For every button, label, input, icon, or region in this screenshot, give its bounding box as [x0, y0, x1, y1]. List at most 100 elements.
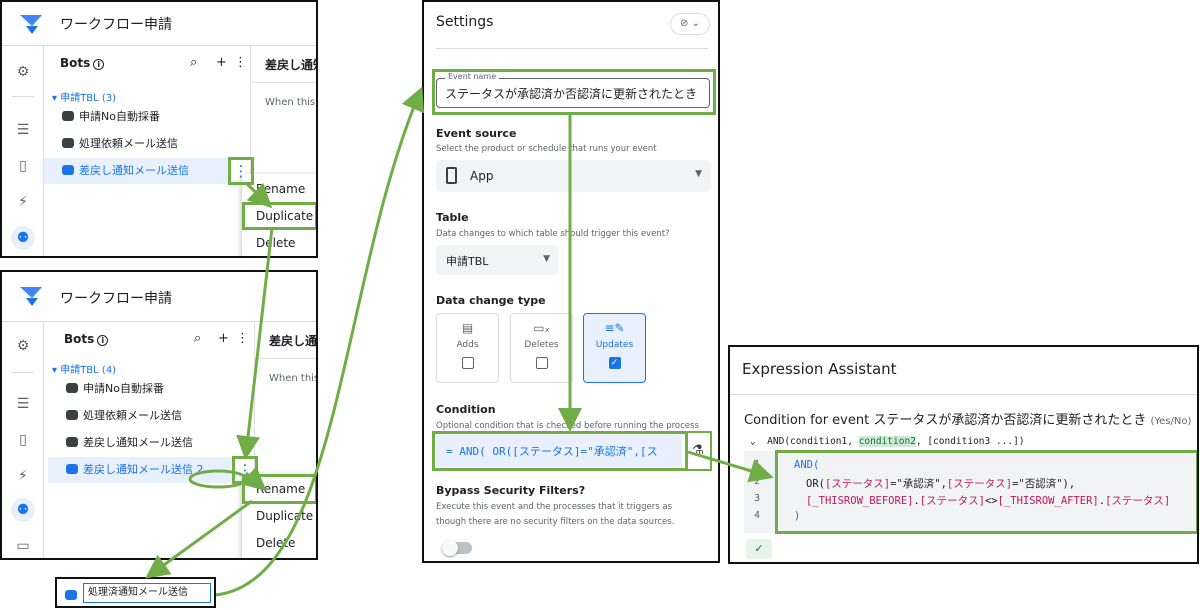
- bot-item[interactable]: 申請No自動採番: [48, 376, 232, 402]
- actions-icon[interactable]: ⚡: [11, 190, 35, 214]
- bot-header: 差戻し通知: [250, 46, 316, 82]
- search-icon[interactable]: ⌕: [194, 331, 201, 346]
- automation-icon[interactable]: ⚙: [11, 60, 35, 84]
- robot-icon: [62, 111, 74, 121]
- condition-value: = AND( OR([ステータス]="承認済",[ス: [446, 445, 658, 458]
- deletes-checkbox[interactable]: [535, 357, 548, 369]
- bypass-desc-1: Execute this event and the processes tha…: [436, 502, 673, 512]
- robot-icon: [62, 165, 74, 175]
- link-toggle[interactable]: ⊘ ⌄: [670, 13, 710, 35]
- rename-menu-item[interactable]: Rename: [242, 476, 316, 502]
- robot-icon: [65, 590, 77, 600]
- app-bar: ワークフロー申請: [2, 2, 316, 46]
- info-icon[interactable]: i: [97, 335, 109, 346]
- adds-checkbox[interactable]: [461, 357, 474, 369]
- code-line-4: ): [794, 510, 801, 522]
- views-icon[interactable]: ▯: [11, 428, 35, 452]
- event-source-select[interactable]: App ▼: [436, 160, 710, 192]
- rename-menu-item[interactable]: Rename: [242, 176, 316, 202]
- table-group[interactable]: ▾ 申請TBL (3): [52, 89, 116, 104]
- check-icon[interactable]: ✓: [746, 539, 772, 559]
- more-icon[interactable]: ⋮: [234, 55, 247, 70]
- table-select[interactable]: 申請TBL ▼: [436, 245, 558, 275]
- caret-down-icon: ▼: [695, 169, 702, 179]
- bots-toolbar: Bots i ⌕ + ⋮: [44, 322, 250, 358]
- link-off-icon: ⊘: [680, 18, 689, 29]
- bot-item[interactable]: 処理依頼メール送信: [48, 403, 232, 429]
- data-icon[interactable]: ☰: [11, 392, 35, 416]
- info-icon[interactable]: i: [93, 59, 105, 70]
- bypass-label: Bypass Security Filters?: [436, 484, 586, 497]
- bot-header: 差戻し通: [254, 322, 316, 358]
- event-name-value[interactable]: ステータスが承認済か否認済に更新されたとき: [445, 85, 697, 102]
- chat-icon[interactable]: ▭: [11, 534, 35, 558]
- event-name-label: Event name: [445, 72, 500, 81]
- bots-icon[interactable]: ⚉: [11, 226, 35, 250]
- expression-assistant: Expression Assistant Condition for event…: [728, 345, 1199, 564]
- add-icon[interactable]: +: [218, 331, 229, 346]
- event-source-label: Event source: [436, 127, 517, 140]
- code-editor[interactable]: 1 2 3 4 AND( OR([ステータス]="承認済",[ステータス]="否…: [744, 451, 1197, 533]
- updates-checkbox[interactable]: ✓: [608, 357, 621, 369]
- bots-toolbar: Bots i ⌕ + ⋮: [44, 46, 250, 82]
- code-line-1: AND(: [794, 459, 820, 471]
- app-title: ワークフロー申請: [60, 291, 172, 307]
- robot-icon: [66, 464, 78, 474]
- updates-icon: ≡✎: [604, 321, 625, 335]
- automation-icon[interactable]: ⚙: [11, 334, 35, 358]
- app-bar: ワークフロー申請: [2, 272, 316, 322]
- robot-icon: [62, 138, 74, 148]
- adds-option[interactable]: ▤ Adds: [436, 313, 499, 383]
- duplicate-menu-item[interactable]: Duplicate: [242, 203, 316, 229]
- bot-item-selected[interactable]: 差戻し通知メール送信: [44, 158, 228, 184]
- robot-icon: [66, 410, 78, 420]
- appsheet-logo-icon: [20, 15, 42, 34]
- deletes-icon: ▭ₓ: [533, 321, 550, 335]
- settings-panel: Settings ⊘ ⌄ Event name ステータスが承認済か否認済に更新…: [422, 0, 720, 563]
- duplicate-menu-item[interactable]: Duplicate: [242, 503, 316, 529]
- robot-icon: [66, 383, 78, 393]
- condition-input[interactable]: = AND( OR([ステータス]="承認済",[ス: [436, 435, 682, 467]
- nav-rail: ⚙ ☰ ▯ ⚡ ⚉ ▭: [2, 322, 44, 558]
- settings-title: Settings: [436, 14, 494, 30]
- bot-item[interactable]: 処理依頼メール送信: [44, 131, 228, 157]
- caret-down-icon: ▼: [543, 254, 550, 264]
- bypass-toggle[interactable]: [442, 540, 472, 556]
- event-name-field[interactable]: Event name ステータスが承認済か否認済に更新されたとき: [436, 72, 710, 108]
- bots-panel-before: ワークフロー申請 ⚙ ☰ ▯ ⚡ ⚉ Bots i ⌕ + ⋮ ▾ 申請TBL (…: [0, 0, 318, 258]
- table-value: 申請TBL: [446, 255, 489, 268]
- context-menu: Rename Duplicate Delete: [242, 474, 316, 558]
- phone-icon: [446, 167, 457, 184]
- bot-name-input[interactable]: 処理済通知メール送信: [83, 583, 211, 603]
- code-line-2: OR([ステータス]="承認済",[ステータス]="否認済"),: [806, 478, 1076, 490]
- actions-icon[interactable]: ⚡: [11, 464, 35, 488]
- app-title: ワークフロー申請: [60, 17, 172, 33]
- context-menu: Rename Duplicate Delete: [242, 174, 316, 256]
- flask-icon[interactable]: ⚗: [686, 435, 710, 467]
- add-icon[interactable]: +: [216, 55, 227, 70]
- bots-title: Bots i: [60, 56, 105, 70]
- event-source-value: App: [470, 169, 494, 183]
- chevron-down-icon: ⌄: [691, 18, 700, 29]
- updates-option[interactable]: ≡✎ Updates ✓: [583, 313, 646, 383]
- table-group[interactable]: ▾ 申請TBL (4): [52, 361, 116, 376]
- event-source-desc: Select the product or schedule that runs…: [436, 144, 657, 154]
- bot-item-selected[interactable]: 差戻し通知メール送信 2: [48, 457, 232, 483]
- table-desc: Data changes to which table should trigg…: [436, 229, 670, 239]
- bot-item[interactable]: 申請No自動採番: [44, 104, 228, 130]
- adds-icon: ▤: [461, 321, 474, 335]
- assistant-subtitle: Condition for event ステータスが承認済か否認済に更新されたと…: [744, 413, 1192, 428]
- table-label: Table: [436, 211, 469, 224]
- deletes-option[interactable]: ▭ₓ Deletes: [510, 313, 573, 383]
- function-signature: ⌄ AND(condition1, condition2, [condition…: [750, 436, 1025, 447]
- nav-rail: ⚙ ☰ ▯ ⚡ ⚉: [2, 46, 44, 256]
- condition-label: Condition: [436, 403, 496, 416]
- views-icon[interactable]: ▯: [11, 154, 35, 178]
- bot-item[interactable]: 差戻し通知メール送信: [48, 430, 232, 456]
- delete-menu-item[interactable]: Delete: [242, 230, 316, 256]
- data-icon[interactable]: ☰: [11, 118, 35, 142]
- bots-icon[interactable]: ⚉: [11, 498, 35, 522]
- search-icon[interactable]: ⌕: [190, 55, 197, 70]
- more-icon[interactable]: ⋮: [236, 331, 249, 346]
- delete-menu-item[interactable]: Delete: [242, 530, 316, 556]
